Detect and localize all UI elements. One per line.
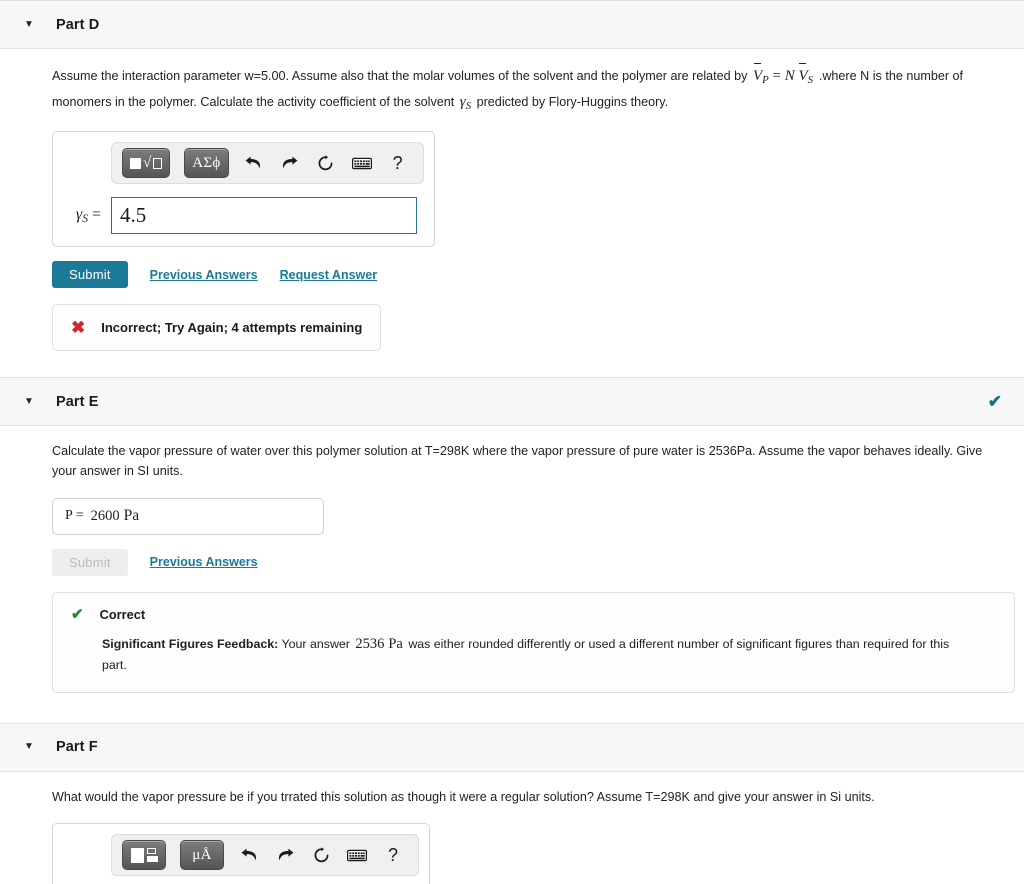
formula-vp: V — [752, 68, 763, 84]
part-e-body: Calculate the vapor pressure of water ov… — [0, 426, 1024, 693]
part-e-completed-check-icon: ✔ — [987, 392, 1002, 411]
part-e-answer-unit: Pa — [123, 507, 140, 525]
reset-icon[interactable] — [310, 846, 332, 864]
greek-symbols-button[interactable]: ΑΣϕ — [184, 148, 229, 178]
part-d-input-row: γS = 4.5 — [63, 197, 424, 234]
section-gap-e-f — [0, 693, 1024, 723]
collapse-caret-icon[interactable]: ▼ — [22, 396, 36, 407]
gamma-s-symbol: γS — [458, 94, 473, 112]
formula-vs: V — [798, 68, 808, 84]
correct-check-icon: ✔ — [71, 605, 84, 623]
help-icon[interactable]: ? — [387, 154, 409, 172]
significant-figures-feedback: Significant Figures Feedback: Your answe… — [71, 633, 976, 676]
sigfig-value: 2536 — [355, 635, 385, 652]
part-e-question: Calculate the vapor pressure of water ov… — [52, 444, 983, 479]
formula-equals: = — [772, 68, 781, 84]
part-d-body: Assume the interaction parameter w=5.00.… — [0, 49, 1024, 351]
keyboard-icon[interactable] — [346, 849, 368, 862]
molar-volume-formula: VP = N VS — [751, 63, 819, 87]
incorrect-message: Incorrect; Try Again; 4 attempts remaini… — [101, 320, 363, 335]
sigfig-label: Significant Figures Feedback: — [102, 636, 279, 651]
part-f-body: What would the vapor pressure be if you … — [0, 772, 1024, 884]
part-d-answer-panel: √ ΑΣϕ ? γS = 4.5 — [52, 131, 435, 247]
keyboard-icon[interactable] — [351, 157, 373, 170]
part-d-incorrect-feedback: ✖ Incorrect; Try Again; 4 attempts remai… — [52, 304, 382, 351]
part-d-submit-button[interactable]: Submit — [52, 261, 128, 288]
part-f-math-toolbar: μÅ ? — [111, 834, 419, 877]
part-f-answer-panel: μÅ ? P = Value — [52, 823, 430, 884]
radical-icon: √ — [143, 154, 152, 171]
part-e-submit-button: Submit — [52, 548, 128, 576]
gamma-s-value: 4.5 — [120, 203, 147, 227]
sqrt-template-icon[interactable]: √ — [122, 148, 171, 178]
question-text-pre: Assume the interaction parameter w=5.00.… — [52, 69, 748, 83]
part-e-actions: Submit Previous Answers — [52, 548, 1002, 576]
part-e-answer-value: 2600 — [90, 507, 120, 524]
correct-row: ✔ Correct — [71, 607, 996, 622]
part-d-question: Assume the interaction parameter w=5.00.… — [52, 49, 1002, 115]
formula-vs-sub: S — [807, 74, 814, 87]
collapse-caret-icon[interactable]: ▼ — [22, 19, 36, 30]
undo-icon[interactable] — [243, 156, 265, 171]
gamma-s-label: γS = — [63, 206, 111, 225]
part-f-question: What would the vapor pressure be if you … — [52, 789, 875, 804]
block-solid-icon — [146, 856, 158, 863]
part-f-title: Part F — [56, 739, 98, 756]
correct-title: Correct — [99, 606, 146, 622]
gamma-label-sub: S — [82, 213, 88, 226]
part-e-answer-display[interactable]: P = 2600 Pa — [52, 497, 324, 535]
part-d-title: Part D — [56, 16, 100, 33]
part-d-header[interactable]: ▼ Part D — [0, 0, 1024, 49]
help-icon[interactable]: ? — [382, 846, 404, 864]
sigfig-text-a: Your answer — [281, 636, 350, 651]
block-outline-icon — [146, 848, 156, 855]
units-button[interactable]: μÅ — [180, 840, 224, 871]
formula-n: N — [784, 68, 795, 84]
collapse-caret-icon[interactable]: ▼ — [22, 742, 36, 752]
gamma-sub: S — [465, 99, 472, 112]
redo-icon[interactable] — [274, 848, 296, 863]
part-d-math-toolbar: √ ΑΣϕ ? — [111, 142, 424, 184]
part-d-request-answer-link[interactable]: Request Answer — [280, 268, 377, 282]
incorrect-x-icon: ✖ — [71, 318, 86, 337]
part-f-header[interactable]: ▼ Part F — [0, 722, 1024, 772]
question-text-post: predicted by Flory-Huggins theory. — [476, 94, 669, 109]
undo-icon[interactable] — [238, 848, 260, 863]
sigfig-unit: Pa — [388, 635, 403, 652]
square-outline-icon — [153, 157, 163, 169]
section-gap-d-e — [0, 351, 1024, 377]
part-e-correct-feedback: ✔ Correct Significant Figures Feedback: … — [52, 591, 1015, 693]
square-fill-icon — [130, 157, 141, 169]
part-e-header[interactable]: ▼ Part E ✔ — [0, 377, 1024, 426]
formula-vp-sub: P — [762, 74, 769, 87]
equals-sign: = — [91, 205, 101, 223]
assignment-page: ▼ Part D Assume the interaction paramete… — [0, 0, 1024, 884]
part-e-previous-answers-link[interactable]: Previous Answers — [150, 555, 258, 569]
gamma-s-input[interactable]: 4.5 — [111, 197, 417, 234]
redo-icon[interactable] — [279, 156, 301, 171]
part-e-title: Part E — [56, 393, 99, 410]
part-d-previous-answers-link[interactable]: Previous Answers — [150, 268, 258, 282]
part-e-answer-label: P = — [65, 508, 84, 524]
fraction-template-icon[interactable] — [122, 840, 166, 871]
part-d-actions: Submit Previous Answers Request Answer — [52, 261, 1002, 288]
reset-icon[interactable] — [315, 154, 337, 172]
block-fill-icon — [130, 847, 144, 863]
